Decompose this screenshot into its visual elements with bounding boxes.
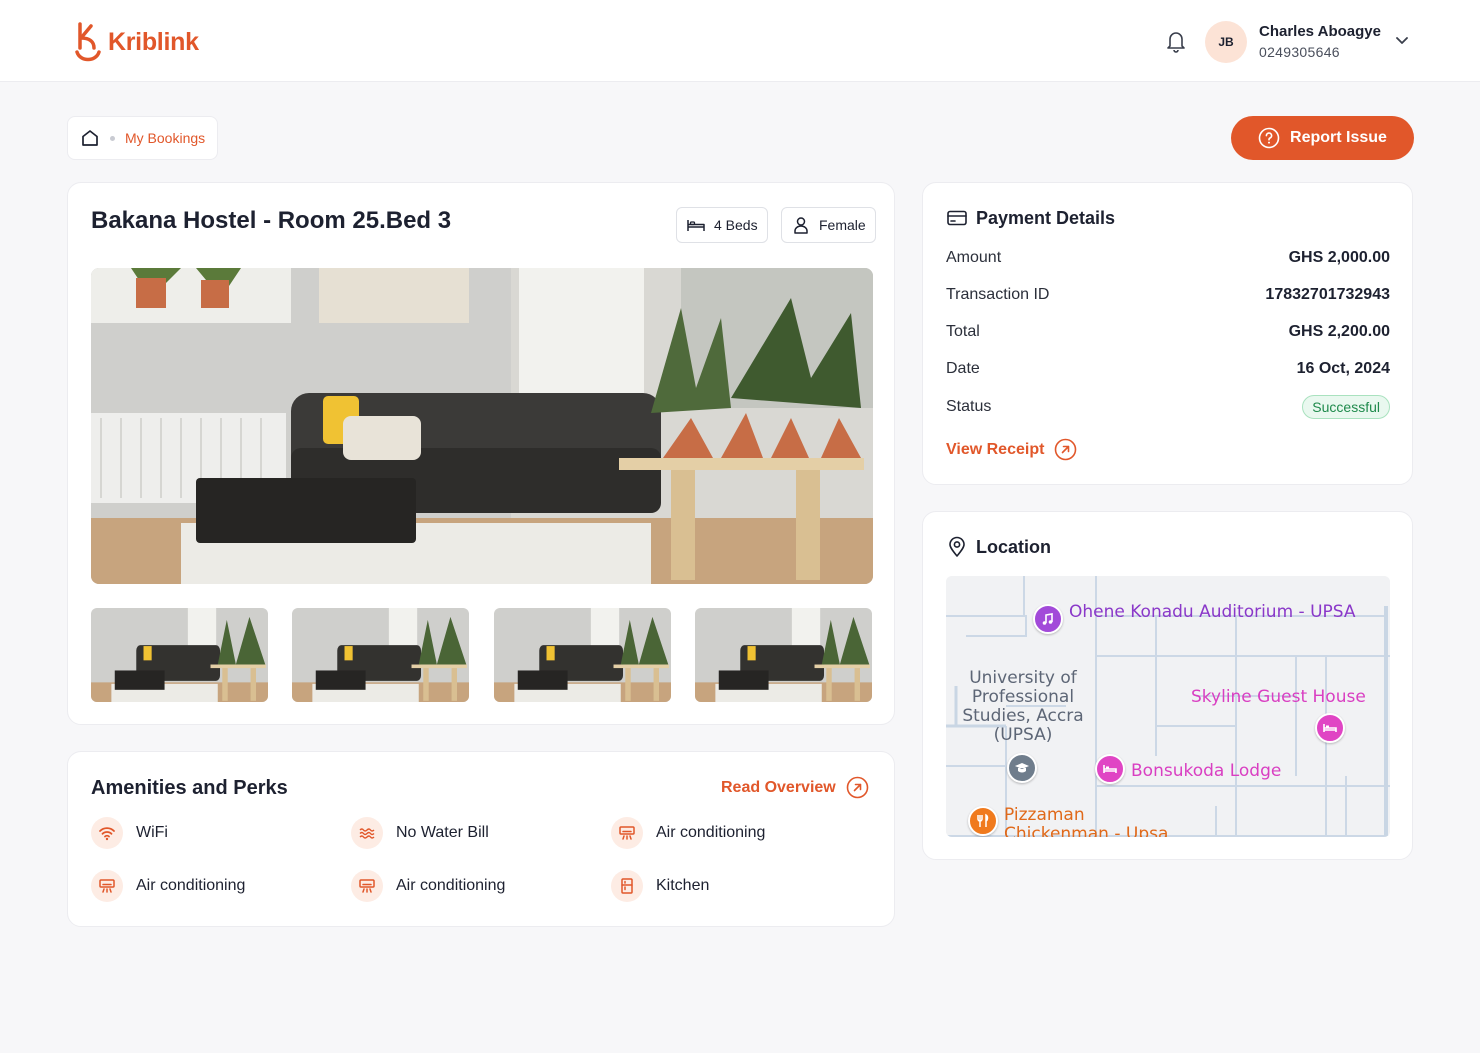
user-icon	[794, 217, 808, 234]
map-place-bonsukoda-lodge: Bonsukoda Lodge	[1131, 761, 1282, 781]
air-conditioner-icon	[91, 870, 123, 902]
graduation-cap-pin-icon[interactable]	[1007, 753, 1037, 783]
bed-icon	[687, 220, 705, 231]
location-map[interactable]: Ohene Konadu Auditorium - UPSA Universit…	[946, 576, 1390, 837]
payment-value: GHS 2,000.00	[1288, 249, 1390, 266]
user-name: Charles Aboagye	[1259, 23, 1381, 40]
amenity-kitchen: Kitchen	[611, 870, 709, 902]
living-room-photo	[91, 608, 268, 702]
payment-label: Status	[946, 398, 992, 415]
amenity-label: Air conditioning	[656, 824, 766, 841]
payment-value: 17832701732943	[1265, 286, 1390, 303]
amenity-air-conditioning: Air conditioning	[91, 870, 245, 902]
breadcrumb: My Bookings	[67, 116, 219, 160]
living-room-photo	[494, 608, 671, 702]
living-room-photo	[695, 608, 872, 702]
amenity-label: WiFi	[136, 824, 168, 841]
top-bar: Kriblink JB Charles Aboagye 0249305646	[0, 0, 1480, 82]
report-issue-label: Report Issue	[1290, 129, 1387, 146]
payment-details-card: Payment Details Amount GHS 2,000.00 Tran…	[922, 182, 1413, 485]
payment-label: Amount	[946, 249, 1002, 266]
map-place-pizzaman: Pizzaman Chickenman - Upsa	[1004, 805, 1169, 838]
payment-row-amount: Amount GHS 2,000.00	[946, 249, 1390, 267]
payment-label: Date	[946, 360, 980, 377]
breadcrumb-my-bookings[interactable]: My Bookings	[125, 130, 205, 146]
breadcrumb-separator	[110, 135, 115, 141]
room-thumbnail[interactable]	[494, 608, 671, 702]
air-conditioner-icon	[351, 870, 383, 902]
amenity-wifi: WiFi	[91, 817, 168, 849]
room-thumbnail[interactable]	[91, 608, 268, 702]
wifi-icon	[91, 817, 123, 849]
gender-label: Female	[819, 217, 866, 233]
payment-value: 16 Oct, 2024	[1296, 360, 1390, 377]
location-card: Location Ohene Konadu Auditorium - UPSA …	[922, 511, 1413, 860]
report-issue-button[interactable]: Report Issue	[1231, 116, 1414, 160]
amenity-label: Air conditioning	[396, 877, 506, 894]
bed-pin-icon[interactable]	[1315, 713, 1345, 743]
room-title: Bakana Hostel - Room 25.Bed 3	[91, 207, 452, 234]
payment-value: GHS 2,200.00	[1288, 323, 1390, 340]
bed-pin-icon[interactable]	[1095, 754, 1125, 784]
living-room-photo	[292, 608, 469, 702]
amenities-title: Amenities and Perks	[91, 777, 288, 799]
amenity-label: No Water Bill	[396, 824, 489, 841]
gender-chip: Female	[781, 207, 876, 243]
restaurant-pin-icon[interactable]	[968, 806, 998, 836]
amenity-label: Air conditioning	[136, 877, 246, 894]
location-title: Location	[976, 536, 1051, 557]
room-thumbnail[interactable]	[695, 608, 872, 702]
payment-row-date: Date 16 Oct, 2024	[946, 360, 1390, 378]
read-overview-label: Read Overview	[721, 778, 836, 796]
amenity-label: Kitchen	[656, 877, 710, 894]
water-icon	[351, 817, 383, 849]
help-circle-icon	[1258, 127, 1280, 149]
payment-label: Total	[946, 323, 980, 340]
read-overview-link[interactable]: Read Overview	[721, 776, 869, 799]
kriblink-logo[interactable]: Kriblink	[74, 22, 199, 62]
home-icon[interactable]	[80, 128, 100, 148]
avatar[interactable]: JB	[1205, 21, 1247, 63]
map-place-skyline-guest-house: Skyline Guest House	[1191, 687, 1366, 707]
logo-text: Kriblink	[108, 27, 199, 56]
beds-label: 4 Beds	[714, 217, 758, 233]
payment-details-title: Payment Details	[976, 207, 1116, 228]
logo-icon	[75, 22, 101, 62]
location-header: Location	[946, 536, 1051, 558]
living-room-photo	[91, 268, 873, 584]
amenity-air-conditioning: Air conditioning	[611, 817, 765, 849]
chevron-down-icon[interactable]	[1394, 34, 1410, 48]
payment-row-transaction-id: Transaction ID 17832701732943	[946, 286, 1390, 304]
map-pin-icon	[949, 536, 965, 557]
map-place-university: University of Professional Studies, Accr…	[962, 668, 1084, 745]
view-receipt-link[interactable]: View Receipt	[946, 438, 1077, 461]
user-phone: 0249305646	[1259, 44, 1340, 60]
payment-row-total: Total GHS 2,200.00	[946, 323, 1390, 341]
room-main-photo[interactable]	[91, 268, 873, 584]
beds-chip: 4 Beds	[676, 207, 768, 243]
arrow-up-right-icon	[846, 776, 869, 799]
amenity-no-water-bill: No Water Bill	[351, 817, 489, 849]
view-receipt-label: View Receipt	[946, 440, 1045, 458]
air-conditioner-icon	[611, 817, 643, 849]
payment-label: Transaction ID	[946, 286, 1050, 303]
arrow-up-right-icon	[1055, 438, 1077, 461]
music-pin-icon[interactable]	[1033, 604, 1063, 634]
map-place-auditorium: Ohene Konadu Auditorium - UPSA	[1069, 602, 1356, 622]
payment-row-status: Status Successful	[946, 395, 1390, 419]
amenity-air-conditioning: Air conditioning	[351, 870, 505, 902]
credit-card-icon	[947, 210, 967, 226]
bell-icon[interactable]	[1165, 29, 1187, 53]
fridge-icon	[611, 870, 643, 902]
room-card: Bakana Hostel - Room 25.Bed 3 4 Beds Fem…	[67, 182, 895, 725]
status-badge: Successful	[1302, 395, 1390, 419]
room-thumbnail[interactable]	[292, 608, 469, 702]
payment-details-header: Payment Details	[946, 207, 1115, 229]
amenities-card: Amenities and Perks Read Overview WiFi N…	[67, 751, 895, 927]
